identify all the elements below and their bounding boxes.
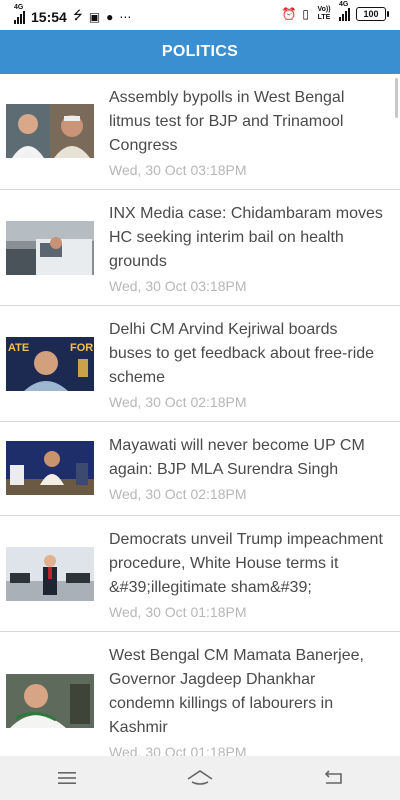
news-timestamp: Wed, 30 Oct 02:18PM	[109, 486, 247, 502]
news-thumbnail	[6, 547, 94, 601]
news-headline: INX Media case: Chidambaram moves HC see…	[109, 205, 383, 270]
usb-icon: ⭍	[72, 8, 83, 22]
news-item[interactable]: Democrats unveil Trump impeachment proce…	[0, 516, 400, 632]
back-icon[interactable]	[313, 758, 353, 798]
svg-text:FOR: FOR	[70, 342, 93, 354]
news-timestamp: Wed, 30 Oct 01:18PM	[109, 744, 247, 756]
battery-icon: 100	[356, 7, 389, 21]
news-item[interactable]: ATE FOR Delhi CM Arvind Kejriwal boards …	[0, 306, 400, 422]
news-item[interactable]: West Bengal CM Mamata Banerjee, Governor…	[0, 632, 400, 756]
vibrate-icon: ▯	[302, 7, 309, 21]
news-timestamp: Wed, 30 Oct 01:18PM	[109, 604, 247, 620]
news-headline: Delhi CM Arvind Kejriwal boards buses to…	[109, 321, 375, 386]
news-item[interactable]: Mayawati will never become UP CM again: …	[0, 422, 400, 516]
news-headline: West Bengal CM Mamata Banerjee, Governor…	[109, 647, 364, 736]
battery-level: 100	[363, 9, 379, 19]
message-icon: ●	[106, 9, 114, 24]
signal-icon-2: 4G	[339, 1, 350, 21]
news-timestamp: Wed, 30 Oct 03:18PM	[109, 162, 247, 178]
news-thumbnail: ATE FOR	[6, 337, 94, 391]
clock: 15:54	[31, 8, 67, 25]
news-headline: Assembly bypolls in West Bengal litmus t…	[109, 89, 345, 154]
news-thumbnail	[6, 441, 94, 495]
app-header: POLITICS	[0, 30, 400, 74]
status-bar: 4G 15:54 ⭍ ▣ ● ⋯ ⏰ ▯ Vo)) LTE 4G 100	[0, 0, 400, 30]
news-thumbnail	[6, 221, 94, 275]
news-thumbnail	[6, 674, 94, 728]
page-title: POLITICS	[161, 43, 239, 60]
svg-text:ATE: ATE	[8, 342, 29, 354]
news-thumbnail	[6, 104, 94, 158]
volte-label: Vo)) LTE	[317, 6, 331, 21]
news-timestamp: Wed, 30 Oct 02:18PM	[109, 394, 247, 410]
scrollbar[interactable]	[395, 78, 398, 118]
system-nav-bar	[0, 756, 400, 800]
status-right: ⏰ ▯ Vo)) LTE 4G 100	[281, 1, 389, 22]
menu-icon[interactable]	[47, 758, 87, 798]
news-list[interactable]: Assembly bypolls in West Bengal litmus t…	[0, 74, 400, 756]
network-gen-label: 4G	[339, 1, 349, 8]
network-label: 4G	[14, 3, 24, 11]
news-item[interactable]: Assembly bypolls in West Bengal litmus t…	[0, 74, 400, 190]
status-left: 4G 15:54 ⭍ ▣ ● ⋯	[14, 4, 132, 27]
notification-icon: ▣	[88, 9, 101, 24]
news-item[interactable]: INX Media case: Chidambaram moves HC see…	[0, 190, 400, 306]
news-headline: Mayawati will never become UP CM again: …	[109, 437, 365, 478]
news-headline: Democrats unveil Trump impeachment proce…	[109, 531, 383, 596]
signal-icon: 4G	[14, 4, 25, 24]
alarm-icon: ⏰	[281, 7, 297, 21]
more-icon: ⋯	[119, 9, 132, 24]
home-icon[interactable]	[180, 758, 220, 798]
news-timestamp: Wed, 30 Oct 03:18PM	[109, 278, 247, 294]
